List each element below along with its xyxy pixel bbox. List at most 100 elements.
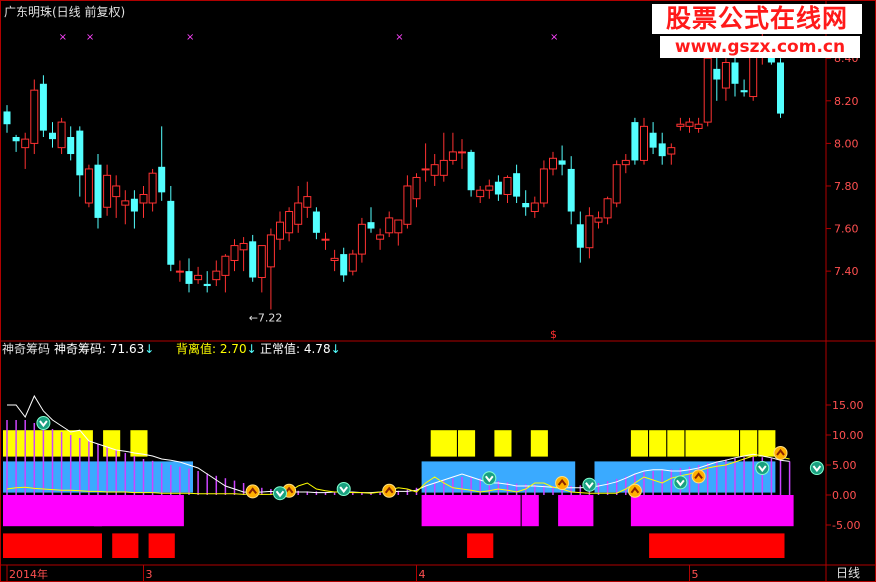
x-tick-label: 2014年	[9, 567, 48, 581]
candle-body-up	[239, 242, 248, 251]
sell-signal-disc	[673, 475, 688, 490]
signal-band	[494, 430, 512, 457]
candle	[103, 164, 112, 216]
sell-signal-disc	[809, 461, 824, 475]
candle	[594, 211, 603, 229]
candle	[612, 160, 621, 208]
candle	[430, 154, 439, 186]
candle	[257, 245, 266, 293]
price-tick-label: 7.80	[834, 180, 859, 193]
arrow-down-icon: ↓	[144, 342, 155, 356]
buy-signal-icon	[627, 483, 642, 498]
signal-band	[685, 430, 739, 457]
candle-body-up	[330, 257, 339, 261]
candle	[667, 143, 676, 165]
candle	[631, 117, 639, 165]
indicator-tick-label: 10.00	[832, 429, 864, 442]
candle	[439, 132, 448, 182]
candle-body-up	[721, 61, 730, 89]
candle	[30, 79, 39, 155]
candle-body-down	[340, 254, 348, 276]
indicator-tick-label: 0.00	[832, 489, 857, 502]
signal-band	[148, 533, 175, 558]
buy-signal-icon	[555, 476, 570, 490]
candle	[340, 247, 348, 282]
candle	[57, 117, 66, 155]
chart-title: 广东明珠(日线 前复权)	[4, 5, 126, 19]
candle-body-down	[631, 122, 639, 161]
x-tick-label: 5	[692, 568, 699, 581]
candle-body-up	[266, 234, 275, 268]
candle	[130, 190, 138, 229]
candle	[485, 179, 494, 199]
sell-signal-icon	[336, 482, 351, 496]
candle	[503, 175, 512, 203]
buy-signal-disc	[773, 446, 788, 460]
candle-body-up	[403, 185, 412, 225]
candle	[694, 117, 703, 133]
sell-signal-disc	[582, 477, 597, 492]
candle-body-up	[485, 185, 494, 191]
candle	[294, 185, 303, 233]
candle	[139, 185, 148, 218]
buy-signal-icon	[245, 484, 260, 499]
candle	[3, 105, 11, 133]
signal-band	[630, 495, 794, 527]
candle-body-up	[230, 245, 239, 261]
candle-body-up	[212, 270, 221, 281]
candle-body-down	[658, 143, 666, 157]
candle	[376, 228, 385, 250]
candle	[522, 190, 530, 216]
candle	[649, 122, 657, 155]
candle-body-up	[458, 151, 466, 154]
candle-body-up	[321, 238, 330, 241]
candle	[67, 126, 75, 161]
candle-body-down	[558, 160, 566, 165]
candle	[740, 79, 748, 97]
candle-body-down	[203, 283, 211, 287]
signal-band	[3, 495, 102, 527]
buy-signal-disc	[627, 483, 642, 498]
candle	[76, 126, 84, 197]
candle-body-up	[667, 147, 676, 155]
candle	[640, 117, 648, 165]
candle	[585, 207, 594, 259]
candle	[12, 134, 20, 152]
buy-signal-disc	[245, 484, 260, 499]
candle	[312, 207, 320, 240]
candle-body-up	[412, 176, 421, 200]
indicator-value-normal-text: 正常值: 4.78	[260, 342, 331, 356]
top-marker: ×	[395, 32, 403, 43]
top-marker: ×	[186, 32, 194, 43]
candle-body-up	[276, 221, 284, 240]
buy-signal-disc	[382, 483, 397, 498]
candle-body-up	[57, 121, 66, 149]
candle	[203, 271, 211, 293]
candle-body-down	[94, 164, 102, 218]
buy-signal-disc	[555, 476, 570, 490]
arrow-down-icon: ↓	[246, 342, 257, 356]
candle-body-up	[585, 215, 594, 249]
candle-body-up	[121, 200, 130, 206]
candle	[158, 126, 166, 201]
candle-body-up	[430, 164, 439, 176]
x-tick-label: 4	[419, 568, 426, 581]
candle-body-down	[3, 111, 11, 125]
candle-body-down	[467, 151, 475, 191]
period-label[interactable]: 日线	[836, 566, 860, 580]
candle-body-up	[612, 164, 621, 204]
indicator-value-magic-text: 神奇筹码: 71.63	[54, 342, 145, 356]
candle	[530, 196, 539, 218]
sell-signal-disc	[755, 461, 770, 475]
candle	[394, 219, 403, 246]
candle-body-down	[12, 137, 20, 142]
candle-body-down	[49, 132, 56, 140]
candle-body-down	[312, 211, 320, 233]
signal-band	[112, 533, 139, 558]
candle-body-up	[476, 189, 485, 198]
candle-body-down	[367, 222, 375, 229]
signal-band	[521, 495, 539, 527]
candle	[494, 175, 502, 201]
indicator-tick-label: 5.00	[832, 459, 857, 472]
sell-signal-icon	[582, 477, 597, 492]
